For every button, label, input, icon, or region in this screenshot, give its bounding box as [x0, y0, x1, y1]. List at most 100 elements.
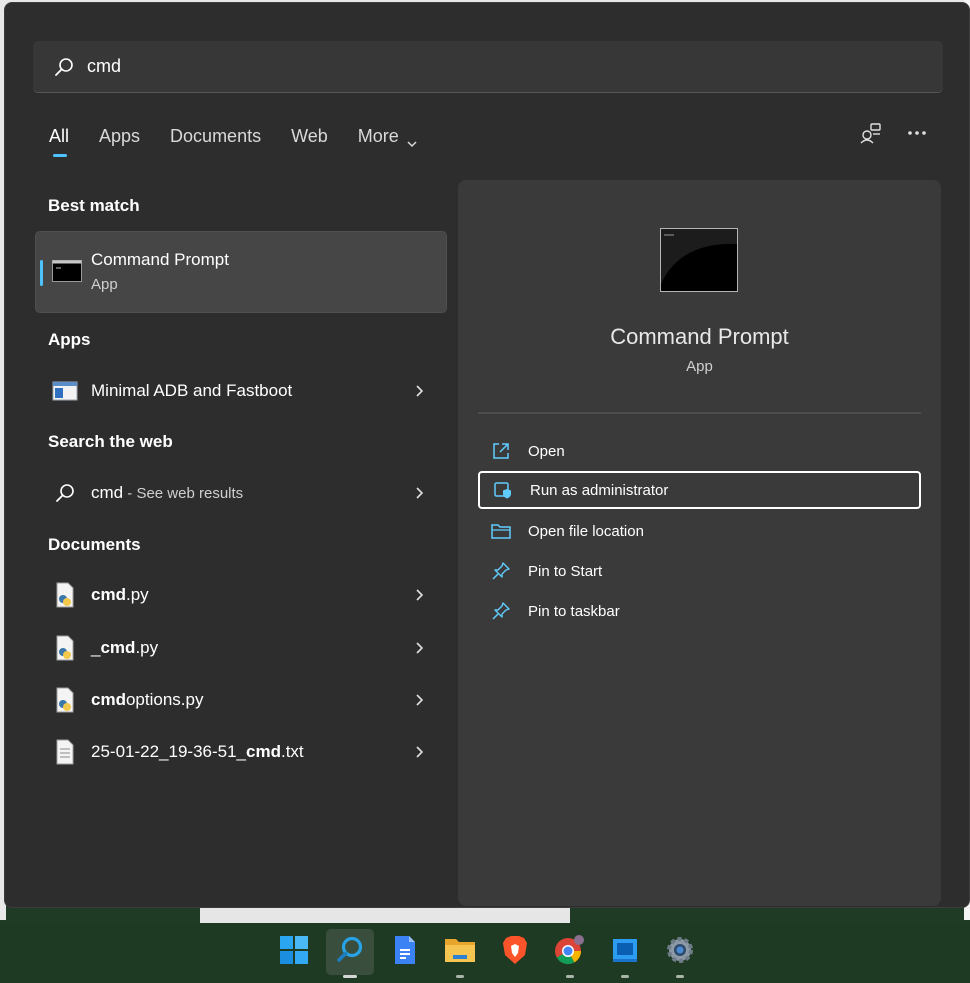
active-app-indicator	[343, 975, 357, 978]
app-result-label: Minimal ADB and Fastboot	[91, 381, 293, 400]
document-name-match: cmd	[246, 742, 281, 761]
action-label: Pin to taskbar	[528, 602, 620, 620]
tab-web-label: Web	[291, 126, 328, 146]
command-prompt-icon	[52, 258, 82, 284]
document-name: cmd.py	[91, 585, 149, 605]
document-result[interactable]: cmd.py	[35, 571, 447, 619]
chrome-icon	[554, 934, 586, 971]
document-result[interactable]: 25-01-22_19-36-51_cmd.txt	[35, 728, 447, 776]
taskbar-docs-button[interactable]	[381, 929, 429, 975]
app-result-minimal-adb[interactable]: Minimal ADB and Fastboot	[35, 367, 447, 415]
search-input[interactable]: cmd	[87, 56, 121, 77]
settings-icon	[665, 935, 695, 970]
running-app-indicator	[621, 975, 629, 978]
document-result[interactable]: cmdoptions.py	[35, 676, 447, 724]
document-name-suffix: .py	[135, 638, 159, 657]
text-file-icon	[51, 738, 79, 766]
tab-web[interactable]: Web	[291, 123, 328, 163]
tab-active-indicator	[53, 154, 67, 157]
tab-all[interactable]: All	[49, 123, 69, 163]
detail-divider	[478, 412, 921, 414]
tab-apps-label: Apps	[99, 126, 141, 146]
detail-title: Command Prompt	[610, 324, 789, 349]
header-actions	[837, 121, 929, 145]
web-search-result[interactable]: cmd - See web results	[35, 469, 447, 517]
windows-start-icon	[279, 935, 309, 970]
taskbar-start-button[interactable]	[270, 929, 318, 975]
action-run-as-administrator[interactable]: Run as administrator	[478, 471, 921, 509]
action-label: Open	[528, 442, 565, 460]
chevron-right-icon	[415, 641, 424, 660]
google-docs-icon	[393, 935, 417, 970]
search-icon	[335, 935, 365, 970]
tab-more-label: More	[357, 126, 399, 146]
taskbar-brave-button[interactable]	[491, 929, 539, 975]
admin-shield-icon	[492, 479, 514, 501]
chevron-right-icon	[415, 693, 424, 712]
running-app-indicator	[456, 975, 464, 978]
search-flyout: cmd All Apps Documents Web More Best mat…	[4, 2, 970, 908]
action-pin-to-taskbar[interactable]: Pin to taskbar	[478, 592, 921, 630]
chevron-right-icon	[415, 588, 424, 607]
web-search-query: cmd	[91, 483, 124, 502]
file-explorer-icon	[444, 936, 476, 969]
action-open[interactable]: Open	[478, 432, 921, 470]
tab-documents[interactable]: Documents	[170, 123, 261, 163]
search-box[interactable]: cmd	[33, 41, 943, 93]
tab-more[interactable]: More	[358, 123, 418, 163]
python-file-icon	[51, 581, 79, 609]
document-result[interactable]: _cmd.py	[35, 624, 447, 672]
document-name: 25-01-22_19-36-51_cmd.txt	[91, 742, 304, 762]
python-file-icon	[51, 686, 79, 714]
document-name-suffix: .txt	[280, 742, 304, 761]
search-icon	[53, 56, 75, 78]
search-icon	[51, 479, 79, 507]
taskbar-settings-button[interactable]	[656, 929, 704, 978]
chevron-right-icon	[415, 486, 424, 505]
brave-browser-icon	[501, 935, 529, 970]
python-file-icon	[51, 634, 79, 662]
detail-pane: Command Prompt App Open Run as administr…	[458, 180, 941, 906]
more-options-icon[interactable]	[905, 121, 929, 145]
taskbar-search-button[interactable]	[326, 929, 374, 978]
filter-tabs: All Apps Documents Web More	[49, 123, 448, 163]
document-name: cmdoptions.py	[91, 690, 203, 710]
action-label: Pin to Start	[528, 562, 603, 580]
document-name-suffix: .py	[125, 585, 149, 604]
chevron-right-icon	[415, 384, 424, 403]
pin-icon	[490, 600, 512, 622]
document-name-match: cmd	[91, 690, 126, 709]
app-window-icon	[51, 377, 79, 405]
document-name-suffix: options.py	[125, 690, 204, 709]
tab-documents-label: Documents	[170, 126, 262, 146]
action-pin-to-start[interactable]: Pin to Start	[478, 552, 921, 590]
tab-apps[interactable]: Apps	[99, 123, 140, 163]
chevron-down-icon	[406, 130, 418, 156]
web-search-suffix: - See web results	[123, 485, 244, 502]
detail-type: App	[686, 358, 713, 375]
document-name-match: cmd	[100, 638, 136, 657]
best-match-title: Command Prompt	[91, 250, 229, 269]
taskbar-store-button[interactable]	[601, 929, 649, 978]
document-name-prefix: 25-01-22_19-36-51_	[91, 742, 247, 761]
taskbar-file-explorer-button[interactable]	[436, 929, 484, 978]
connected-accounts-icon[interactable]	[859, 121, 883, 145]
command-prompt-large-icon	[660, 228, 738, 292]
section-heading-documents: Documents	[48, 535, 141, 554]
taskbar	[0, 923, 970, 983]
section-heading-apps: Apps	[48, 330, 91, 349]
windows-store-icon	[610, 935, 640, 970]
running-app-indicator	[676, 975, 684, 978]
action-open-file-location[interactable]: Open file location	[478, 512, 921, 550]
best-match-result[interactable]: Command Prompt App	[35, 231, 447, 313]
web-search-label: cmd - See web results	[91, 483, 243, 503]
action-label: Run as administrator	[530, 481, 669, 499]
document-name: _cmd.py	[91, 638, 158, 658]
best-match-type: App	[91, 276, 118, 293]
document-name-match: cmd	[91, 585, 126, 604]
folder-icon	[490, 520, 512, 542]
selection-indicator	[40, 260, 43, 286]
taskbar-chrome-button[interactable]	[546, 929, 594, 978]
section-heading-best-match: Best match	[48, 196, 140, 215]
open-external-icon	[490, 440, 512, 462]
